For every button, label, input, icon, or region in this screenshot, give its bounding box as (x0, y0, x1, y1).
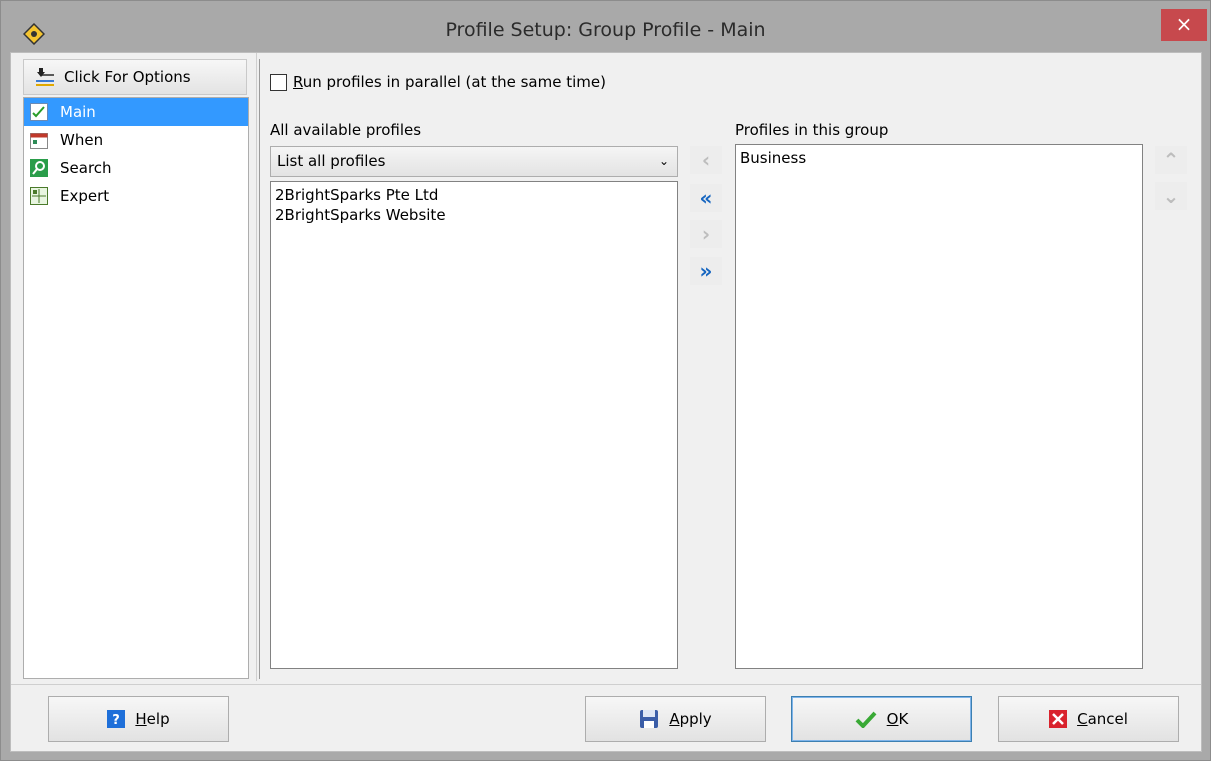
sidebar-nav: Main When Search Expert (23, 97, 249, 679)
cancel-x-icon (1049, 710, 1068, 728)
move-all-right-button[interactable]: » (690, 257, 722, 285)
sidebar-item-label: Main (60, 103, 96, 121)
main-checklist-icon (30, 103, 48, 121)
sidebar-item-search[interactable]: Search (24, 154, 248, 182)
footer-divider (11, 684, 1201, 685)
run-parallel-label: Run profiles in parallel (at the same ti… (293, 73, 606, 91)
save-disk-icon (640, 710, 659, 728)
help-icon: ? (107, 710, 126, 728)
sidebar-item-label: Search (60, 159, 112, 177)
available-profiles-list[interactable]: 2BrightSparks Pte Ltd 2BrightSparks Webs… (270, 181, 678, 669)
profile-filter-value: List all profiles (277, 152, 386, 170)
run-parallel-option[interactable]: Run profiles in parallel (at the same ti… (270, 73, 606, 91)
ok-button[interactable]: OK (791, 696, 972, 742)
move-left-button[interactable]: ‹ (690, 146, 722, 174)
apply-button[interactable]: Apply (585, 696, 766, 742)
options-button-label: Click For Options (64, 68, 191, 86)
checkmark-icon (855, 711, 877, 728)
move-right-button[interactable]: › (690, 220, 722, 248)
sidebar-divider (256, 53, 257, 681)
available-profiles-label: All available profiles (270, 121, 422, 139)
help-button[interactable]: ? Help (48, 696, 229, 742)
sidebar: Click For Options Main When Search Exper… (23, 59, 249, 681)
run-parallel-checkbox[interactable] (270, 73, 287, 91)
list-item[interactable]: Business (740, 148, 1138, 168)
options-icon (36, 68, 54, 86)
sidebar-item-label: Expert (60, 187, 110, 205)
cancel-button[interactable]: Cancel (998, 696, 1179, 742)
profile-filter-select[interactable]: List all profiles ⌄ (270, 146, 678, 177)
title-bar[interactable]: Profile Setup: Group Profile - Main × (1, 1, 1210, 58)
group-profiles-list[interactable]: Business (735, 144, 1143, 669)
list-item[interactable]: 2BrightSparks Pte Ltd (275, 185, 673, 205)
window-title: Profile Setup: Group Profile - Main (445, 19, 766, 41)
ok-button-label: OK (886, 710, 909, 728)
apply-button-label: Apply (669, 710, 712, 728)
dialog-body: Click For Options Main When Search Exper… (10, 52, 1202, 752)
sidebar-item-when[interactable]: When (24, 126, 248, 154)
cancel-button-label: Cancel (1077, 710, 1128, 728)
list-item[interactable]: 2BrightSparks Website (275, 205, 673, 225)
move-all-left-button[interactable]: « (690, 184, 722, 212)
dialog-window: Profile Setup: Group Profile - Main × Cl… (0, 0, 1211, 761)
sidebar-item-label: When (60, 131, 104, 149)
calendar-icon (30, 133, 48, 149)
search-icon (30, 159, 48, 177)
svg-text:?: ? (113, 713, 121, 728)
expert-grid-icon (30, 187, 48, 205)
click-for-options-button[interactable]: Click For Options (23, 59, 247, 95)
help-button-label: Help (135, 710, 170, 728)
close-button[interactable]: × (1161, 9, 1207, 41)
group-profiles-label: Profiles in this group (735, 121, 889, 139)
move-up-button[interactable]: ⌃ (1155, 146, 1187, 174)
sidebar-divider-shadow (259, 59, 260, 679)
sidebar-item-main[interactable]: Main (24, 98, 248, 126)
sidebar-item-expert[interactable]: Expert (24, 182, 248, 210)
move-down-button[interactable]: ⌄ (1155, 182, 1187, 210)
chevron-down-icon: ⌄ (658, 154, 669, 168)
